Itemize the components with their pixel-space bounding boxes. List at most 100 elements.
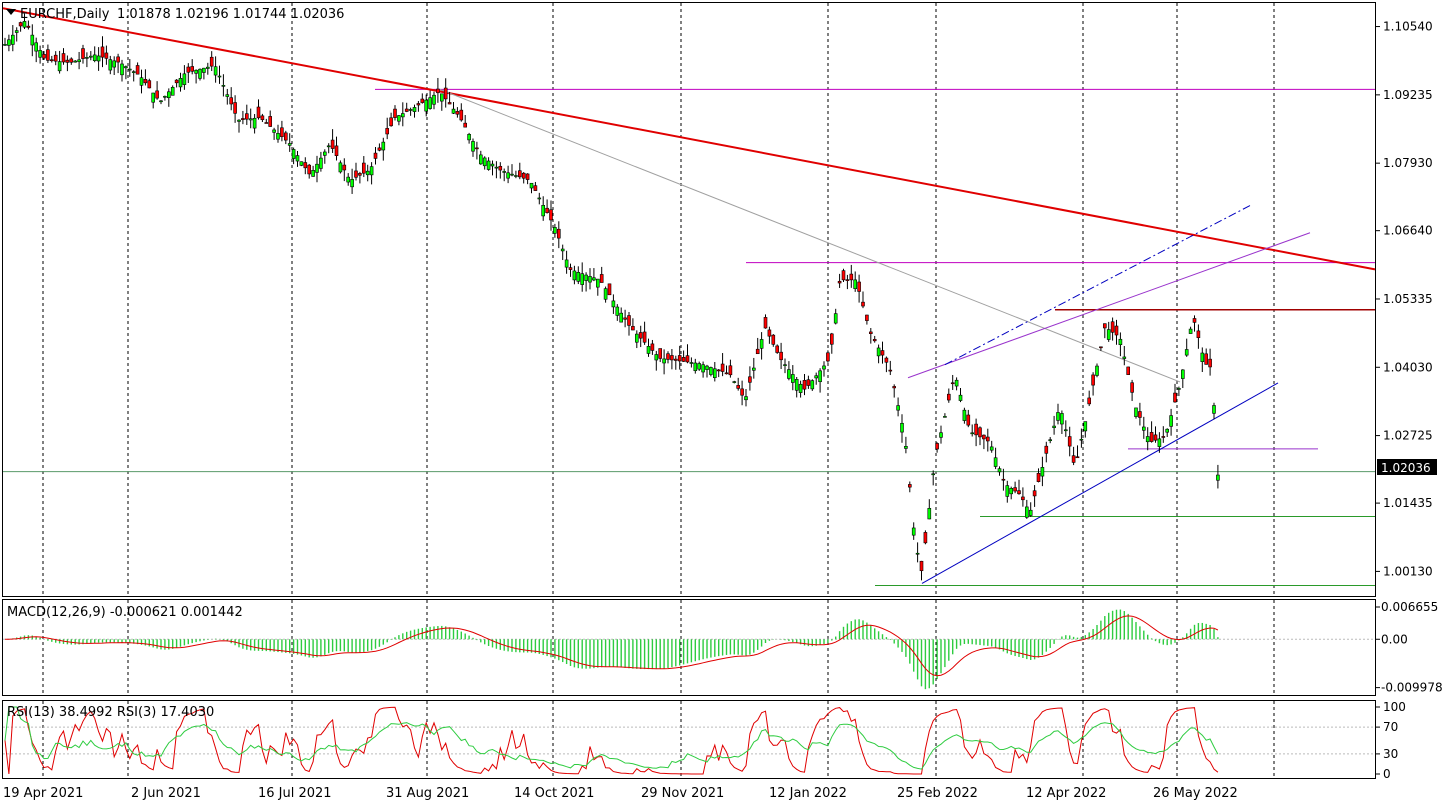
macd-y-tick-label: 0.006655 [1381, 600, 1438, 614]
candle-body [241, 118, 245, 120]
candle-body [174, 79, 179, 84]
candle-body [159, 100, 163, 103]
candle-body [568, 267, 573, 270]
candle-body [447, 102, 452, 105]
candle-body [1161, 436, 1166, 438]
trendlines [2, 7, 1376, 584]
candle-body [794, 379, 799, 391]
candle-body [697, 363, 702, 370]
y-tick-label: 1.04030 [1383, 360, 1433, 374]
candle-body [1181, 369, 1185, 379]
y-axis: 1.10540 1.09235 1.07930 1.06640 1.05335 1.040… [1375, 20, 1443, 781]
candle-body [420, 98, 425, 103]
candle-body [584, 274, 588, 281]
candle-body [911, 527, 916, 536]
candle-body [1044, 445, 1049, 454]
candle-body [14, 30, 19, 33]
x-tick-label: 29 Nov 2021 [641, 786, 724, 801]
candle-body [291, 149, 296, 159]
candle-body [533, 185, 538, 191]
candle-body [11, 34, 15, 45]
support-trendline [921, 382, 1279, 584]
candle-body [595, 278, 600, 288]
candle-body [92, 54, 97, 61]
candle-body [248, 118, 253, 121]
candle-body [966, 414, 971, 426]
candle-body [338, 162, 343, 173]
candle-body [198, 68, 202, 79]
candle-body [712, 368, 717, 378]
candle-body [1177, 388, 1181, 390]
candle-body [861, 301, 865, 307]
y-tick-label: 1.00130 [1383, 564, 1433, 578]
candle-body [49, 59, 54, 62]
candle-body [77, 59, 81, 63]
candle-body [814, 375, 819, 379]
dash-dot-channel-line [944, 204, 1253, 366]
candle-body [443, 87, 448, 100]
candle-body [798, 383, 803, 393]
candle-body [517, 170, 522, 178]
candle-body [311, 170, 315, 177]
candle-body [868, 331, 873, 334]
candle-body [1184, 349, 1189, 356]
candle-body [108, 59, 113, 71]
candle-body [260, 115, 265, 121]
y-tick-label: 1.07930 [1383, 156, 1433, 170]
candle-body [841, 270, 846, 281]
chart-root: 1.10540 1.09235 1.07930 1.06640 1.05335 1.040… [0, 0, 1448, 807]
candle-body [213, 66, 218, 76]
candle-body [900, 422, 904, 433]
candle-body [1060, 413, 1064, 425]
candle-body [1052, 425, 1056, 429]
candle-body [553, 227, 557, 234]
candle-body [143, 78, 148, 84]
candle-body [935, 443, 939, 450]
candle-body [147, 80, 152, 89]
candle-body [1087, 397, 1091, 405]
y-tick-label: 1.06640 [1383, 224, 1433, 238]
candle-body [1028, 509, 1033, 516]
candle-body [135, 65, 140, 75]
collapse-triangle-icon[interactable] [6, 9, 16, 15]
candle-body [915, 552, 920, 555]
candle-body [1122, 356, 1127, 359]
candle-body [627, 315, 631, 326]
candle-body [759, 339, 764, 349]
candle-body [303, 162, 308, 169]
rsi-y-tick-label: 70 [1383, 720, 1398, 734]
candle-body [849, 273, 854, 281]
candle-body [22, 21, 27, 28]
candle-body [209, 56, 214, 67]
candle-body [931, 473, 936, 476]
candle-body [954, 379, 959, 387]
candle-body [701, 364, 705, 373]
x-tick-label: 25 Feb 2022 [897, 786, 978, 801]
candle-body [709, 367, 713, 375]
candle-body [1110, 321, 1115, 333]
candle-body [486, 160, 491, 170]
candle-body [989, 446, 994, 451]
candle-body [206, 66, 210, 69]
candle-body [393, 108, 397, 118]
candle-body [1001, 478, 1006, 481]
candle-body [416, 103, 421, 106]
candle-body [993, 457, 998, 467]
candle-body [225, 94, 230, 97]
candle-body [354, 170, 358, 178]
candle-body [1075, 456, 1080, 459]
candle-body [1064, 429, 1068, 432]
candle-body [634, 333, 639, 343]
candle-body [233, 102, 237, 114]
candle-body [744, 396, 748, 401]
candle-body [1025, 506, 1029, 518]
candle-body [34, 42, 39, 52]
candle-body [1142, 426, 1146, 431]
resistance-trendline [2, 7, 1376, 271]
candle-body [736, 385, 741, 389]
candle-body [689, 362, 694, 364]
candle-body [1079, 438, 1084, 441]
candle-body [740, 388, 744, 396]
candle-body [650, 343, 655, 351]
candle-body [163, 95, 167, 98]
